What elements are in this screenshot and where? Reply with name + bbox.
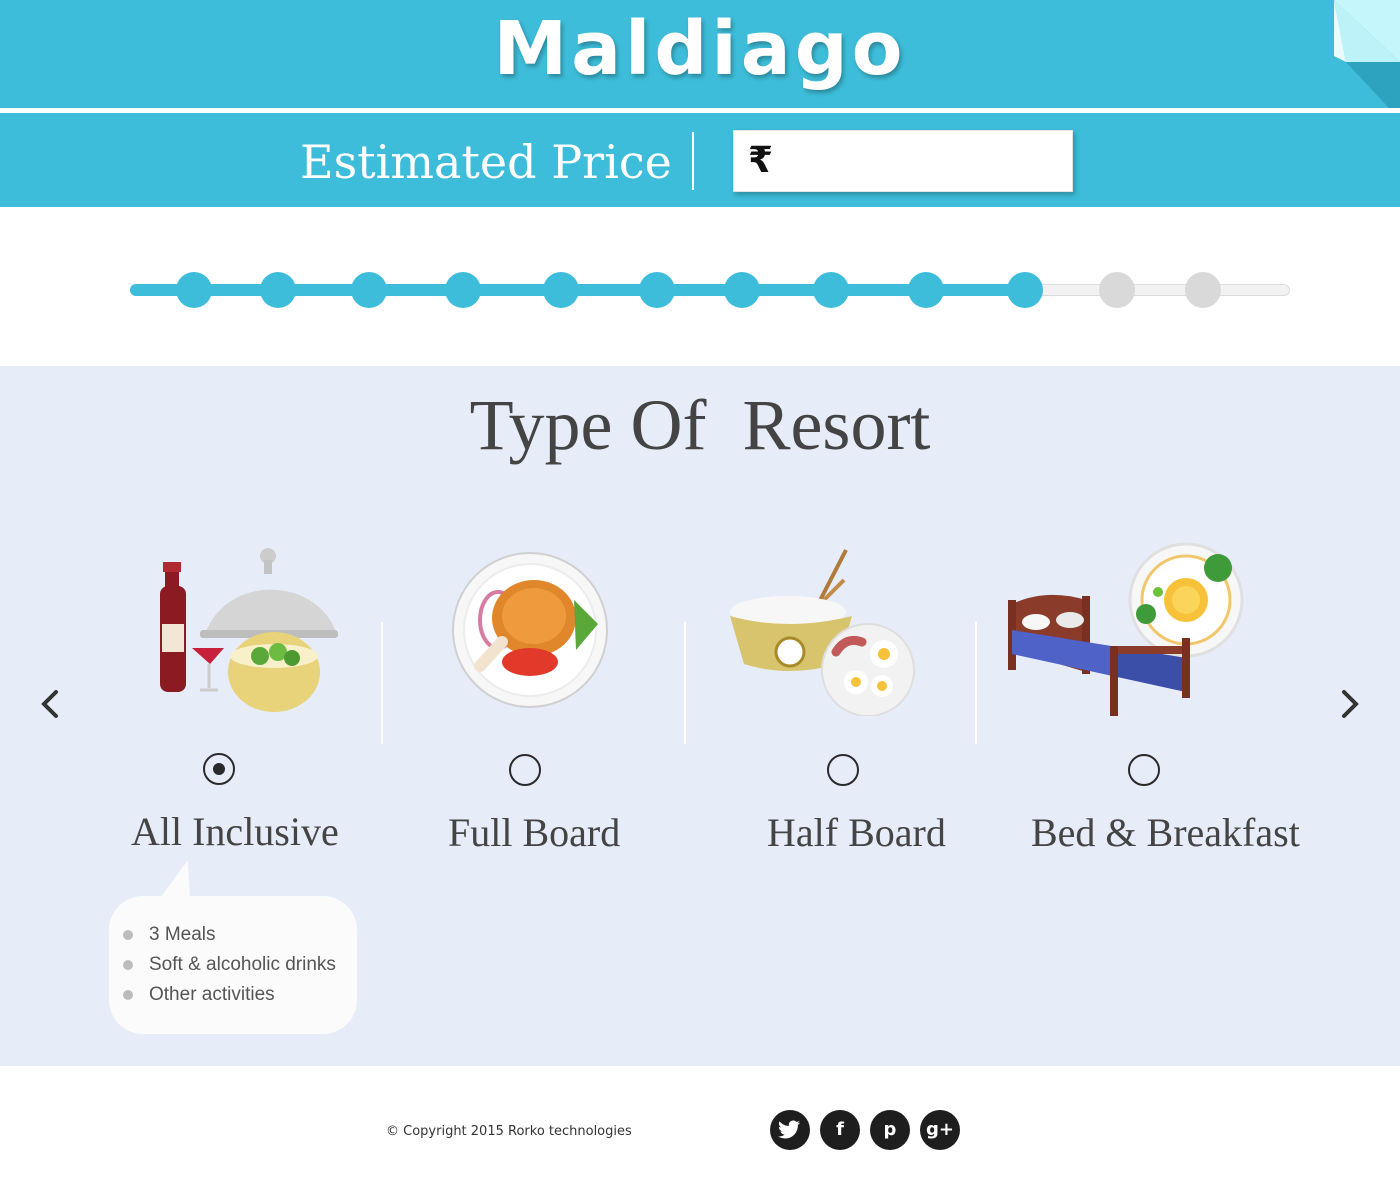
page-curl-icon [1334,0,1400,120]
pinterest-icon[interactable]: p [870,1110,910,1150]
radio-full-board[interactable] [509,754,541,786]
progress-step [176,272,212,308]
chicken-plate-icon [452,552,608,708]
progress-step [260,272,296,308]
chevron-right-icon [1342,690,1359,718]
column-divider [381,622,383,744]
copyright-text: © Copyright 2015 Rorko technologies [386,1124,632,1139]
bullet-icon [123,990,133,1000]
radio-half-board[interactable] [827,754,859,786]
progress-step [724,272,760,308]
next-button[interactable] [1334,684,1364,724]
details-item: Soft & alcoholic drinks [123,950,336,980]
progress-stepper [130,270,1290,310]
tooltip-tail [160,860,190,898]
option-label-full-board: Full Board [448,810,621,855]
progress-step [639,272,675,308]
estimated-price-field[interactable]: ₹ [733,130,1073,192]
header: Maldiago [0,0,1400,120]
details-item: Other activities [123,980,336,1010]
bed-breakfast-icon [1008,542,1244,716]
app-title: Maldiago [493,6,907,92]
progress-step [543,272,579,308]
column-divider [684,622,686,744]
details-item: 3 Meals [123,920,336,950]
footer: © Copyright 2015 Rorko technologies f p … [0,1066,1400,1188]
option-label-half-board: Half Board [767,810,946,855]
prev-button[interactable] [36,684,66,724]
rice-bowl-eggs-icon [730,549,915,716]
twitter-bird-icon [778,1120,801,1139]
progress-step [351,272,387,308]
column-divider [975,622,977,744]
progress-step [1185,272,1221,308]
progress-step [908,272,944,308]
wine-cloche-salad-icon [160,548,338,712]
estimated-price-label: Estimated Price [300,135,672,189]
details-list: 3 Meals Soft & alcoholic drinks Other ac… [123,920,336,1010]
radio-all-inclusive[interactable] [203,753,235,785]
google-plus-icon[interactable]: g+ [920,1110,960,1150]
chevron-left-icon [41,690,58,718]
facebook-icon[interactable]: f [820,1110,860,1150]
progress-step [1007,272,1043,308]
bullet-icon [123,930,133,940]
rupee-icon: ₹ [748,140,774,181]
section-title: Type Of Resort [469,385,931,465]
option-details-tooltip: 3 Meals Soft & alcoholic drinks Other ac… [109,896,357,1034]
price-bar: Estimated Price ₹ [0,113,1400,207]
resort-type-section: Type Of Resort All Inclusive Full Board … [0,366,1400,1066]
twitter-icon[interactable] [770,1110,810,1150]
radio-bed-breakfast[interactable] [1128,754,1160,786]
price-divider [692,132,694,190]
progress-step [813,272,849,308]
progress-step [1099,272,1135,308]
option-label-all-inclusive: All Inclusive [131,809,339,854]
progress-step [445,272,481,308]
bullet-icon [123,960,133,970]
option-label-bed-breakfast: Bed & Breakfast [1031,810,1300,855]
